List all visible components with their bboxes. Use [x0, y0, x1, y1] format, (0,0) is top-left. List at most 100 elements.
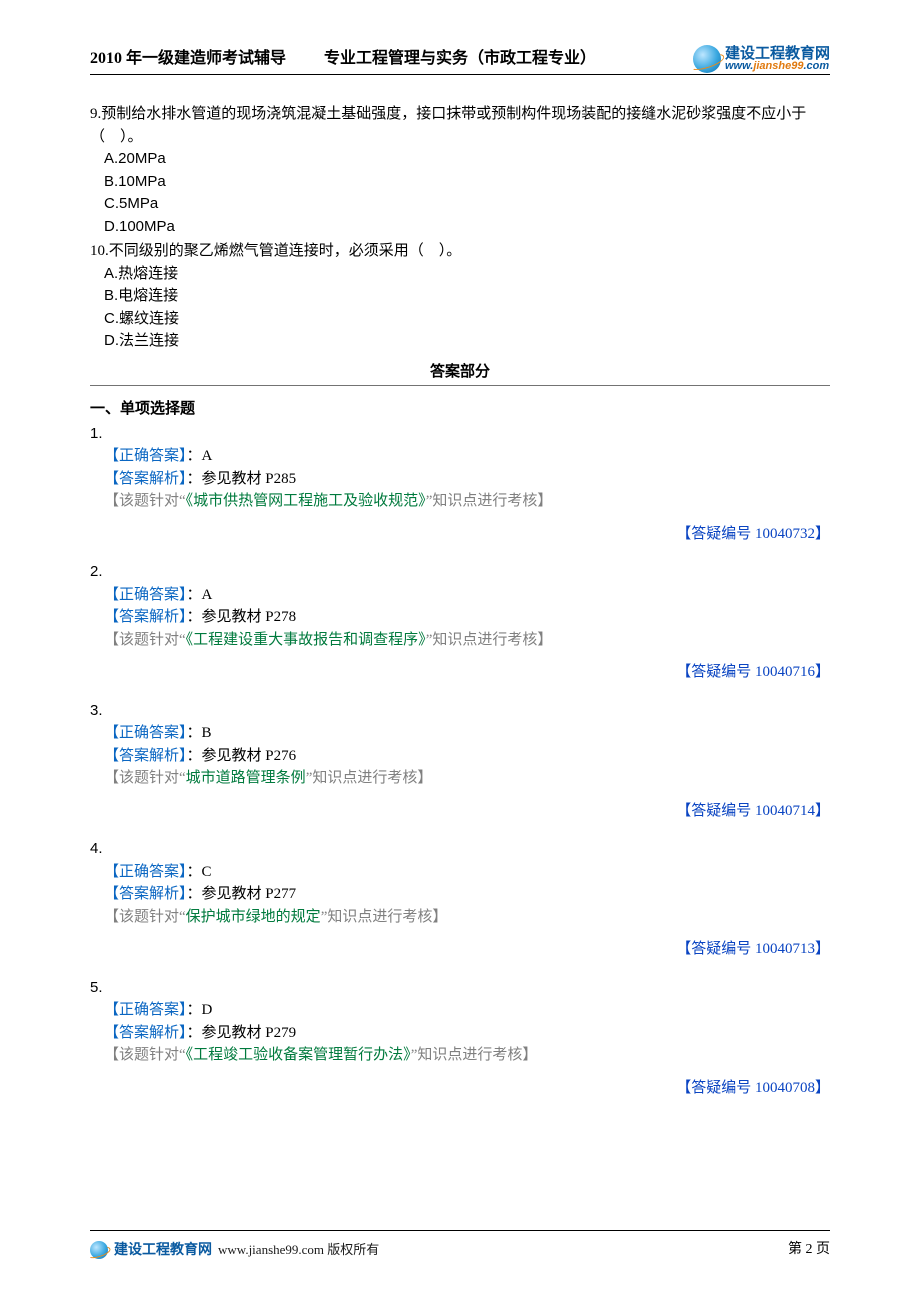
- analysis-value: ：参见教材 P279: [187, 1025, 297, 1041]
- correct-answer-line: 【正确答案】：C: [90, 861, 830, 884]
- ref-number: 10040713: [755, 941, 815, 957]
- brand-url-accent: jianshe99: [753, 60, 803, 72]
- note-pre: 【该题针对“: [104, 770, 186, 786]
- answer-1: 1. 【正确答案】：A 【答案解析】：参见教材 P285 【该题针对“《城市供热…: [90, 423, 830, 546]
- page-number: 第 2 页: [788, 1239, 830, 1260]
- qa-reference[interactable]: 【答疑编号 10040708】: [90, 1077, 830, 1100]
- brand-text: 建设工程教育网 www.jianshe99.com: [725, 46, 830, 72]
- correct-answer-value: ：A: [187, 448, 213, 464]
- option-a: A.热熔连接: [104, 263, 830, 286]
- note-post: ”知识点进行考核】: [426, 493, 553, 509]
- topic-note: 【该题针对“《城市供热管网工程施工及验收规范》”知识点进行考核】: [90, 490, 830, 513]
- option-b: B.10MPa: [104, 171, 830, 194]
- ref-pre: 【答疑编号: [676, 803, 755, 819]
- answer-number: 4.: [90, 838, 830, 861]
- analysis-label: 【答案解析】: [104, 1025, 187, 1041]
- header-text: 2010 年一级建造师考试辅导 专业工程管理与实务（市政工程专业）: [90, 47, 596, 71]
- note-post: ”知识点进行考核】: [306, 770, 433, 786]
- divider: [90, 385, 830, 386]
- qa-reference[interactable]: 【答疑编号 10040732】: [90, 523, 830, 546]
- correct-answer-value: ：C: [187, 864, 212, 880]
- answer-number: 1.: [90, 423, 830, 446]
- header-title-mid: 专业工程管理与实务（市政工程专业）: [324, 47, 596, 71]
- answer-4: 4. 【正确答案】：C 【答案解析】：参见教材 P277 【该题针对“保护城市绿…: [90, 838, 830, 961]
- topic-name: 保护城市绿地的规定: [186, 909, 321, 925]
- question-options: A.20MPa B.10MPa C.5MPa D.100MPa: [90, 148, 830, 238]
- option-c: C.螺纹连接: [104, 308, 830, 331]
- qa-reference[interactable]: 【答疑编号 10040714】: [90, 800, 830, 823]
- correct-answer-line: 【正确答案】：A: [90, 445, 830, 468]
- correct-answer-label: 【正确答案】: [104, 448, 187, 464]
- analysis-value: ：参见教材 P278: [187, 609, 297, 625]
- correct-answer-label: 【正确答案】: [104, 864, 187, 880]
- note-post: ”知识点进行考核】: [411, 1047, 538, 1063]
- topic-note: 【该题针对“保护城市绿地的规定”知识点进行考核】: [90, 906, 830, 929]
- answer-number: 3.: [90, 700, 830, 723]
- answer-number: 2.: [90, 561, 830, 584]
- note-pre: 【该题针对“: [104, 632, 186, 648]
- option-d: D.100MPa: [104, 216, 830, 239]
- page-footer: 建设工程教育网 www.jianshe99.com 版权所有 第 2 页: [90, 1230, 830, 1260]
- footer-brand-name: 建设工程教育网: [114, 1239, 212, 1260]
- footer-row: 建设工程教育网 www.jianshe99.com 版权所有 第 2 页: [90, 1239, 830, 1260]
- option-d: D.法兰连接: [104, 330, 830, 353]
- footer-brand-block: 建设工程教育网 www.jianshe99.com 版权所有: [90, 1239, 379, 1260]
- topic-note: 【该题针对“城市道路管理条例”知识点进行考核】: [90, 767, 830, 790]
- ref-pre: 【答疑编号: [676, 664, 755, 680]
- question-9: 9.预制给水排水管道的现场浇筑混凝土基础强度，接口抹带或预制构件现场装配的接缝水…: [90, 103, 830, 238]
- option-a: A.20MPa: [104, 148, 830, 171]
- topic-name: 城市道路管理条例: [186, 770, 306, 786]
- note-pre: 【该题针对“: [104, 1047, 186, 1063]
- ref-number: 10040708: [755, 1080, 815, 1096]
- section-title: 一、单项选择题: [90, 398, 830, 421]
- analysis-label: 【答案解析】: [104, 471, 187, 487]
- question-body: 不同级别的聚乙烯燃气管道连接时，必须采用（ ）。: [109, 243, 462, 259]
- ref-post: 】: [815, 526, 830, 542]
- question-options: A.热熔连接 B.电熔连接 C.螺纹连接 D.法兰连接: [90, 263, 830, 353]
- analysis-value: ：参见教材 P277: [187, 886, 297, 902]
- brand-url: www.jianshe99.com: [725, 61, 830, 72]
- correct-answer-label: 【正确答案】: [104, 1002, 187, 1018]
- topic-name: 《工程竣工验收备案管理暂行办法》: [186, 1047, 411, 1063]
- header-title-left: 2010 年一级建造师考试辅导: [90, 47, 286, 71]
- brand-url-pre: www.: [725, 60, 753, 72]
- correct-answer-value: ：D: [187, 1002, 213, 1018]
- qa-reference[interactable]: 【答疑编号 10040716】: [90, 661, 830, 684]
- ref-number: 10040714: [755, 803, 815, 819]
- analysis-label: 【答案解析】: [104, 748, 187, 764]
- question-text: 9.预制给水排水管道的现场浇筑混凝土基础强度，接口抹带或预制构件现场装配的接缝水…: [90, 103, 830, 148]
- footer-divider: [90, 1230, 830, 1231]
- question-number: 9.: [90, 106, 101, 122]
- analysis-line: 【答案解析】：参见教材 P277: [90, 883, 830, 906]
- answers-header: 答案部分: [90, 361, 830, 384]
- footer-copyright: www.jianshe99.com 版权所有: [218, 1240, 379, 1260]
- topic-name: 《城市供热管网工程施工及验收规范》: [186, 493, 426, 509]
- page: 2010 年一级建造师考试辅导 专业工程管理与实务（市政工程专业） 建设工程教育…: [0, 0, 920, 1302]
- globe-icon: [90, 1241, 108, 1259]
- correct-answer-label: 【正确答案】: [104, 725, 187, 741]
- ref-post: 】: [815, 941, 830, 957]
- ref-pre: 【答疑编号: [676, 526, 755, 542]
- correct-answer-value: ：B: [187, 725, 212, 741]
- ref-pre: 【答疑编号: [676, 941, 755, 957]
- correct-answer-line: 【正确答案】：B: [90, 722, 830, 745]
- answer-3: 3. 【正确答案】：B 【答案解析】：参见教材 P276 【该题针对“城市道路管…: [90, 700, 830, 823]
- topic-note: 【该题针对“《工程竣工验收备案管理暂行办法》”知识点进行考核】: [90, 1044, 830, 1067]
- correct-answer-line: 【正确答案】：D: [90, 999, 830, 1022]
- note-post: ”知识点进行考核】: [426, 632, 553, 648]
- note-post: ”知识点进行考核】: [321, 909, 448, 925]
- correct-answer-line: 【正确答案】：A: [90, 584, 830, 607]
- brand-logo: 建设工程教育网 www.jianshe99.com: [693, 45, 830, 73]
- topic-name: 《工程建设重大事故报告和调查程序》: [186, 632, 426, 648]
- option-b: B.电熔连接: [104, 285, 830, 308]
- qa-reference[interactable]: 【答疑编号 10040713】: [90, 938, 830, 961]
- analysis-line: 【答案解析】：参见教材 P285: [90, 468, 830, 491]
- question-number: 10.: [90, 243, 109, 259]
- answer-2: 2. 【正确答案】：A 【答案解析】：参见教材 P278 【该题针对“《工程建设…: [90, 561, 830, 684]
- analysis-value: ：参见教材 P285: [187, 471, 297, 487]
- analysis-line: 【答案解析】：参见教材 P278: [90, 606, 830, 629]
- question-10: 10.不同级别的聚乙烯燃气管道连接时，必须采用（ ）。 A.热熔连接 B.电熔连…: [90, 240, 830, 353]
- answer-5: 5. 【正确答案】：D 【答案解析】：参见教材 P279 【该题针对“《工程竣工…: [90, 977, 830, 1100]
- note-pre: 【该题针对“: [104, 909, 186, 925]
- ref-post: 】: [815, 1080, 830, 1096]
